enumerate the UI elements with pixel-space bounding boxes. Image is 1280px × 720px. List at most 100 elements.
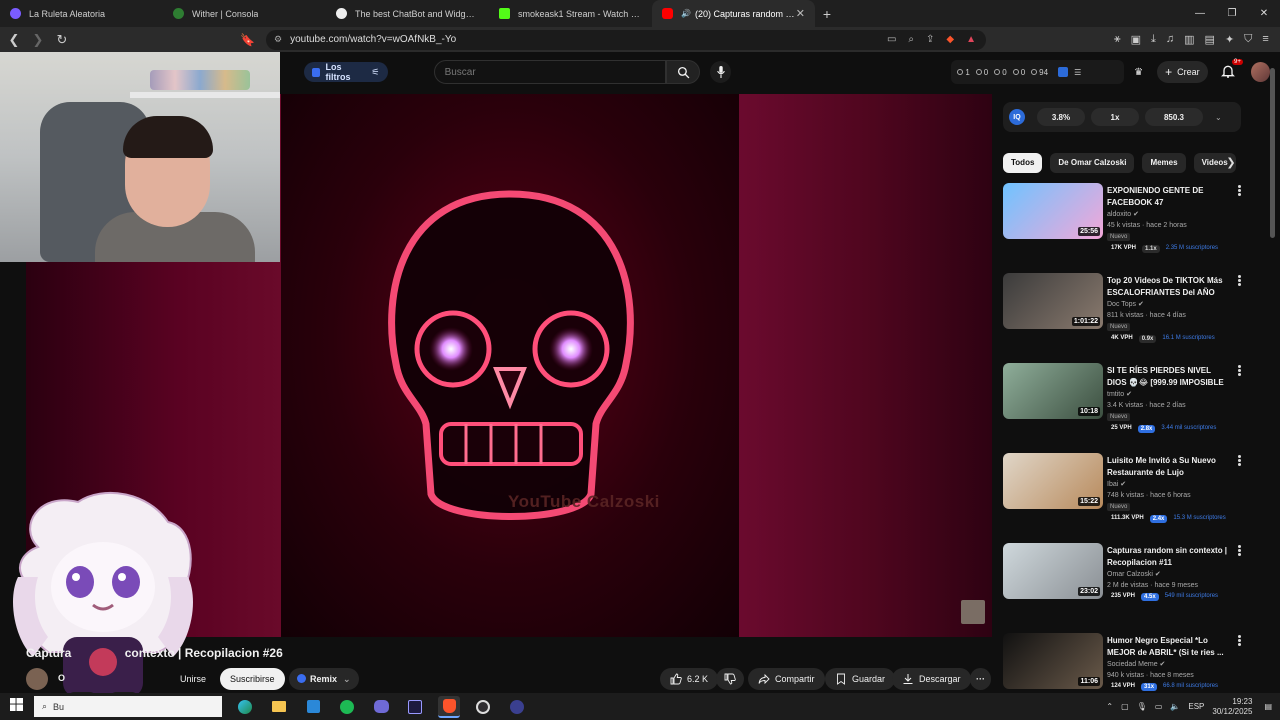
channel-avatar[interactable] [26, 668, 48, 690]
bookmark-icon[interactable]: 🔖 [240, 33, 256, 47]
rewards-icon[interactable]: ▲ [966, 34, 976, 45]
share-icon[interactable]: ⇪ [926, 34, 934, 45]
tab-kick-stream[interactable]: smokeask1 Stream - Watch Live on Kick [489, 0, 652, 27]
file-explorer-icon[interactable] [268, 696, 290, 718]
new-tab-button[interactable]: + [815, 6, 839, 22]
recommendation-title[interactable]: Luisito Me Invitó a Su Nuevo Restaurante… [1107, 455, 1229, 479]
chevron-down-icon[interactable]: ⌄ [1215, 113, 1222, 122]
chip-channel[interactable]: De Omar Calzoski [1050, 153, 1135, 173]
ai-icon[interactable]: ✦ [1225, 33, 1234, 46]
create-button[interactable]: + Crear [1157, 61, 1208, 83]
recommendation-thumbnail[interactable]: 15:22 [1003, 453, 1103, 509]
recommendation-title[interactable]: Top 20 Videos De TIKTOK Más ESCALOFRIANT… [1107, 275, 1229, 299]
subscribe-button[interactable]: Suscribirse [220, 668, 285, 690]
recommendation-channel[interactable]: tmtito ✔ [1107, 390, 1132, 398]
screenshot-icon[interactable]: ▣ [1131, 33, 1141, 46]
vpn-icon[interactable]: ⛉ [1244, 33, 1252, 46]
download-icon[interactable]: ⤓ [1151, 33, 1156, 46]
remix-button[interactable]: Remix ⌄ [289, 668, 359, 690]
recommendation-item[interactable]: 25:56 EXPONIENDO GENTE DE FACEBOOK 47 al… [1003, 183, 1248, 273]
recommendation-title[interactable]: SI TE RÍES PIERDES NIVEL DIOS 💀😂 [999.99… [1107, 365, 1229, 389]
tab-youtube-active[interactable]: 🔊(20) Capturas random sin contexto✕ [652, 0, 815, 27]
recommendation-item[interactable]: 23:02 Capturas random sin contexto | Rec… [1003, 543, 1248, 633]
more-vertical-icon[interactable] [1238, 455, 1242, 467]
recommendation-channel[interactable]: aldoxito ✔ [1107, 210, 1139, 218]
page-scrollbar[interactable] [1270, 60, 1276, 690]
recommendation-title[interactable]: Humor Negro Especial *Lo MEJOR de ABRIL*… [1107, 635, 1229, 659]
zoom-icon[interactable]: ⌕ [908, 34, 914, 45]
recommendation-item[interactable]: 10:18 SI TE RÍES PIERDES NIVEL DIOS 💀😂 [… [1003, 363, 1248, 453]
search-button[interactable] [665, 60, 701, 84]
brave-icon[interactable] [438, 695, 460, 718]
recommendation-channel[interactable]: Sociedad Meme ✔ [1107, 660, 1165, 668]
edge-icon[interactable] [234, 696, 256, 718]
dislike-button[interactable] [716, 668, 744, 690]
obs-icon[interactable] [472, 696, 494, 718]
recommendation-title[interactable]: Capturas random sin contexto | Recopilac… [1107, 545, 1229, 569]
site-info-icon[interactable]: ⚙ [274, 34, 282, 45]
stats-widget[interactable]: 1 0 0 0 94 ☰ [951, 60, 1125, 84]
recommendation-thumbnail[interactable]: 10:18 [1003, 363, 1103, 419]
reload-icon[interactable]: ↻ [52, 32, 72, 48]
extensions-icon[interactable]: ⚹ [1114, 33, 1121, 46]
music-icon[interactable]: ♫ [1166, 33, 1174, 46]
tray-app-icon[interactable]: ▢ [1121, 702, 1129, 711]
voice-search-button[interactable] [710, 61, 732, 83]
discord-icon[interactable] [370, 696, 392, 718]
brave-shield-icon[interactable]: ◆ [946, 34, 954, 45]
recommendation-item[interactable]: 11:06 Humor Negro Especial *Lo MEJOR de … [1003, 633, 1248, 693]
spotify-icon[interactable] [336, 696, 358, 718]
menu-icon[interactable]: ≡ [1262, 33, 1268, 46]
recommendation-item[interactable]: 1:01:22 Top 20 Videos De TIKTOK Más ESCA… [1003, 273, 1248, 363]
wallet-icon[interactable]: ▤ [1205, 33, 1215, 46]
premiere-icon[interactable] [404, 696, 426, 718]
more-vertical-icon[interactable] [1238, 545, 1242, 557]
more-vertical-icon[interactable] [1238, 275, 1242, 287]
recommendation-item[interactable]: 15:22 Luisito Me Invitó a Su Nuevo Resta… [1003, 453, 1248, 543]
forward-icon[interactable]: ❯ [28, 32, 48, 48]
clock[interactable]: 19:23 30/12/2025 [1212, 697, 1252, 717]
notifications-button[interactable]: 9+ [1220, 59, 1243, 81]
scrollbar-thumb[interactable] [1270, 68, 1275, 238]
url-field[interactable]: ⚙ youtube.com/watch?v=wOAfNkB_-Yo ▭ ⌕ ⇪ … [266, 29, 986, 50]
iq-extension-icon[interactable] [1058, 67, 1069, 77]
cast-icon[interactable]: ▭ [887, 34, 896, 45]
windows-start-icon[interactable] [0, 697, 32, 716]
chip-memes[interactable]: Memes [1142, 153, 1186, 173]
mic-tray-icon[interactable]: 🎙 [1137, 702, 1147, 711]
recommendation-thumbnail[interactable]: 1:01:22 [1003, 273, 1103, 329]
maximize-icon[interactable]: ❐ [1216, 0, 1248, 27]
download-button[interactable]: Descargar [892, 668, 971, 690]
minimize-icon[interactable]: — [1184, 0, 1216, 27]
tray-expand-icon[interactable]: ⌃ [1106, 702, 1113, 711]
close-window-icon[interactable]: ✕ [1248, 0, 1280, 27]
trophy-icon[interactable]: ♛ [1134, 67, 1143, 78]
store-icon[interactable] [302, 696, 324, 718]
user-avatar[interactable] [1250, 62, 1271, 82]
tab-ruleta[interactable]: La Ruleta Aleatoria [0, 0, 163, 27]
recommendation-thumbnail[interactable]: 23:02 [1003, 543, 1103, 599]
join-button[interactable]: Unirse [172, 669, 214, 689]
more-vertical-icon[interactable] [1238, 635, 1242, 647]
more-actions-button[interactable]: ··· [970, 668, 991, 690]
taskbar-search[interactable]: ⌕ Bu [34, 696, 222, 717]
volume-icon[interactable]: 🔈 [1170, 702, 1180, 711]
tab-wither[interactable]: Wither | Consola [163, 0, 326, 27]
tab-chatbot[interactable]: The best ChatBot and Widgets for Kick [326, 0, 489, 27]
language-indicator[interactable]: ESP [1188, 702, 1204, 711]
list-icon[interactable]: ☰ [1074, 68, 1081, 77]
filters-button[interactable]: Los filtros ⚟ [304, 62, 388, 82]
recommendation-title[interactable]: EXPONIENDO GENTE DE FACEBOOK 47 [1107, 185, 1229, 209]
stream-app-icon[interactable] [506, 696, 528, 718]
like-button[interactable]: 6.2 K [660, 668, 719, 690]
recommendation-thumbnail[interactable]: 11:06 [1003, 633, 1103, 689]
more-vertical-icon[interactable] [1238, 365, 1242, 377]
player-corner-thumbnail[interactable] [961, 600, 985, 624]
close-tab-icon[interactable]: ✕ [796, 7, 805, 20]
recommendation-thumbnail[interactable]: 25:56 [1003, 183, 1103, 239]
chip-todos[interactable]: Todos [1003, 153, 1043, 173]
chevron-right-icon[interactable]: ❯ [1224, 155, 1238, 171]
more-vertical-icon[interactable] [1238, 185, 1242, 197]
save-button[interactable]: Guardar [825, 668, 896, 690]
network-icon[interactable]: ▭ [1155, 702, 1163, 711]
